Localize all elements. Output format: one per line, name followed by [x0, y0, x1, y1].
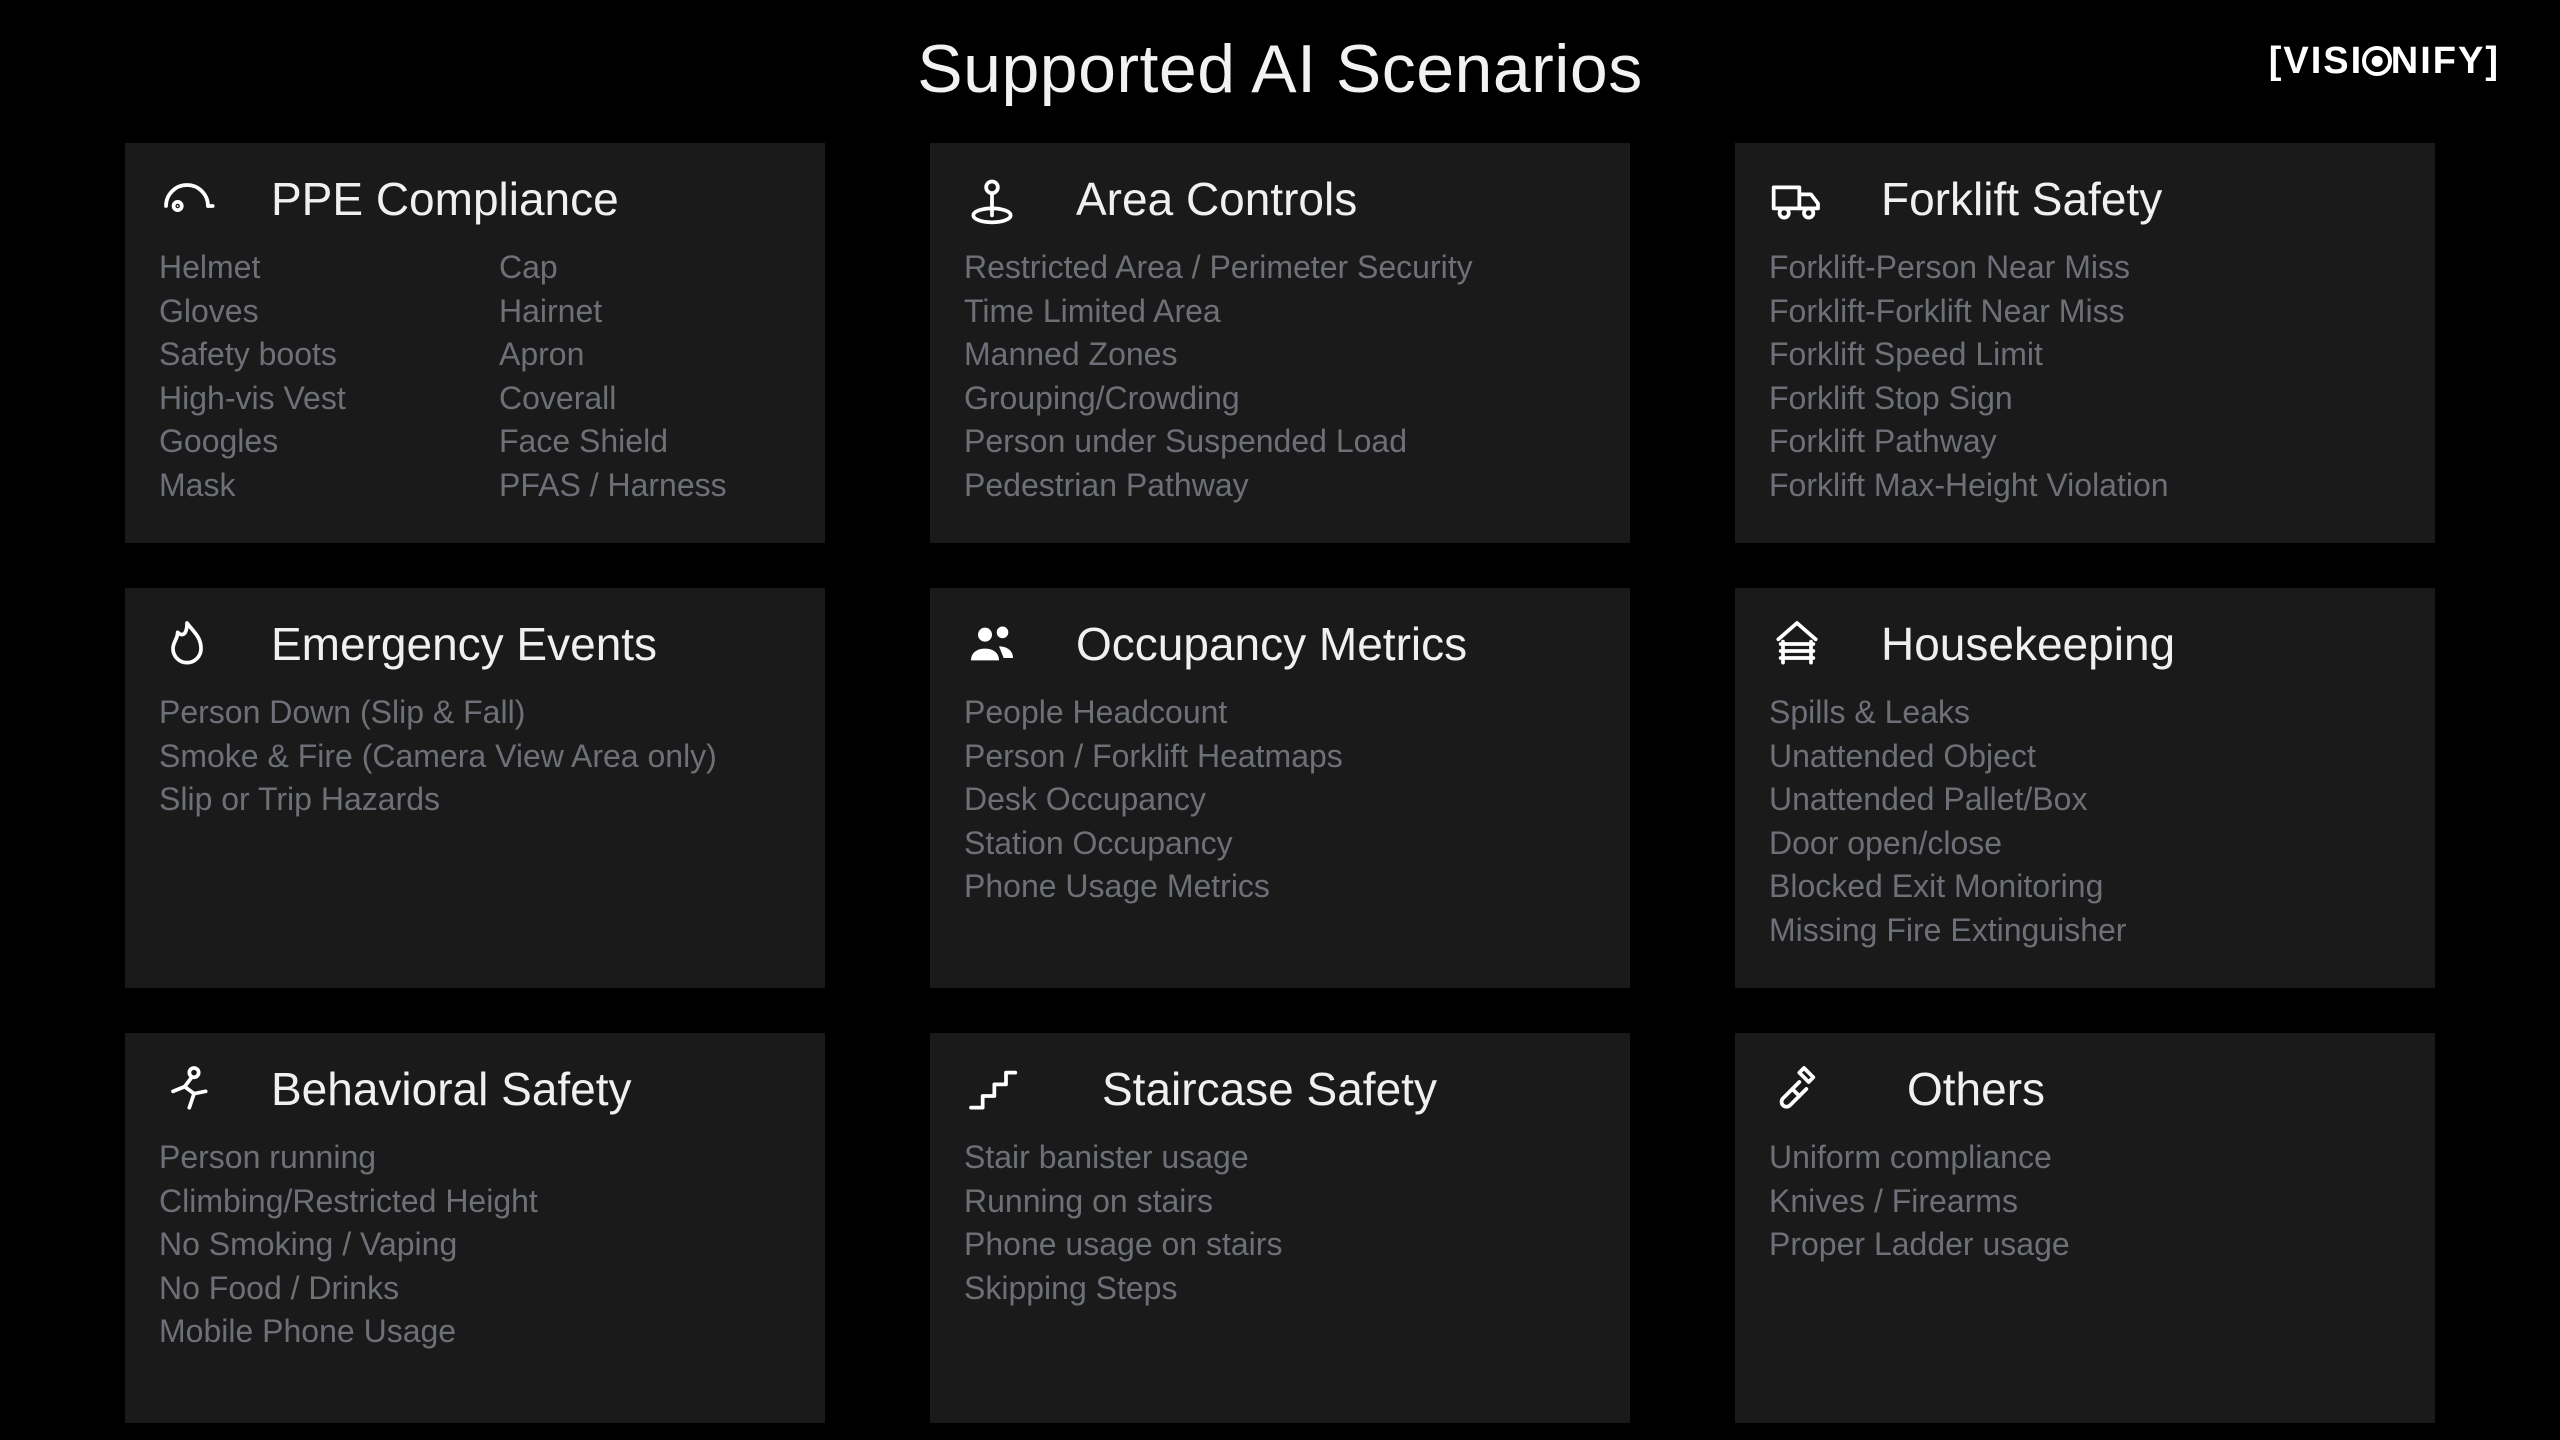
- card-title: Forklift Safety: [1847, 172, 2401, 226]
- list-item: Forklift-Forklift Near Miss: [1769, 291, 2401, 333]
- list-item: Door open/close: [1769, 823, 2401, 865]
- list-item: Skipping Steps: [964, 1268, 1596, 1310]
- list-item: Blocked Exit Monitoring: [1769, 866, 2401, 908]
- card-housekeeping: Housekeeping Spills & Leaks Unattended O…: [1735, 588, 2435, 988]
- list-item: Running on stairs: [964, 1181, 1596, 1223]
- card-forklift-safety: Forklift Safety Forklift-Person Near Mis…: [1735, 143, 2435, 543]
- list-item: Forklift-Person Near Miss: [1769, 247, 2401, 289]
- list-item: Person / Forklift Heatmaps: [964, 736, 1596, 778]
- card-body: Uniform compliance Knives / Firearms Pro…: [1735, 1137, 2435, 1266]
- list-item: Forklift Stop Sign: [1769, 378, 2401, 420]
- house-icon: [1769, 616, 1847, 672]
- list-item: Forklift Speed Limit: [1769, 334, 2401, 376]
- list-item: Apron: [499, 334, 791, 376]
- list-item: Phone usage on stairs: [964, 1224, 1596, 1266]
- list-item: Forklift Pathway: [1769, 421, 2401, 463]
- card-emergency-events: Emergency Events Person Down (Slip & Fal…: [125, 588, 825, 988]
- list-item: Person Down (Slip & Fall): [159, 692, 791, 734]
- card-body: Person Down (Slip & Fall) Smoke & Fire (…: [125, 692, 825, 821]
- cards-grid: PPE Compliance Helmet Gloves Safety boot…: [0, 143, 2560, 1423]
- list-item: Googles: [159, 421, 499, 463]
- card-behavioral-safety: Behavioral Safety Person running Climbin…: [125, 1033, 825, 1423]
- list-item: No Food / Drinks: [159, 1268, 791, 1310]
- card-body: Person running Climbing/Restricted Heigh…: [125, 1137, 825, 1353]
- map-pin-icon: [964, 171, 1042, 227]
- list-item: Grouping/Crowding: [964, 378, 1596, 420]
- card-body: People Headcount Person / Forklift Heatm…: [930, 692, 1630, 908]
- card-area-controls: Area Controls Restricted Area / Perimete…: [930, 143, 1630, 543]
- list-item: Mask: [159, 465, 499, 507]
- card-title: Others: [1847, 1062, 2401, 1116]
- list-item: Restricted Area / Perimeter Security: [964, 247, 1596, 289]
- running-icon: [159, 1061, 237, 1117]
- card-others: Others Uniform compliance Knives / Firea…: [1735, 1033, 2435, 1423]
- list-item: Unattended Object: [1769, 736, 2401, 778]
- list-item: PFAS / Harness: [499, 465, 791, 507]
- page: [VISINIFY] Supported AI Scenarios PPE Co…: [0, 0, 2560, 1440]
- list-item: Smoke & Fire (Camera View Area only): [159, 736, 791, 778]
- card-occupancy-metrics: Occupancy Metrics People Headcount Perso…: [930, 588, 1630, 988]
- list-item: Phone Usage Metrics: [964, 866, 1596, 908]
- list-item: Knives / Firearms: [1769, 1181, 2401, 1223]
- card-title: Behavioral Safety: [237, 1062, 791, 1116]
- card-title: Housekeeping: [1847, 617, 2401, 671]
- card-title: Emergency Events: [237, 617, 791, 671]
- people-icon: [964, 616, 1042, 672]
- list-item: Pedestrian Pathway: [964, 465, 1596, 507]
- tool-icon: [1769, 1061, 1847, 1117]
- card-body: Forklift-Person Near Miss Forklift-Forkl…: [1735, 247, 2435, 507]
- list-item: Hairnet: [499, 291, 791, 333]
- list-item: People Headcount: [964, 692, 1596, 734]
- list-item: Desk Occupancy: [964, 779, 1596, 821]
- list-item: Unattended Pallet/Box: [1769, 779, 2401, 821]
- card-title: Staircase Safety: [1042, 1062, 1596, 1116]
- list-item: Station Occupancy: [964, 823, 1596, 865]
- list-item: Cap: [499, 247, 791, 289]
- list-item: Person under Suspended Load: [964, 421, 1596, 463]
- list-item: Person running: [159, 1137, 791, 1179]
- list-item: Mobile Phone Usage: [159, 1311, 791, 1353]
- card-body: Restricted Area / Perimeter Security Tim…: [930, 247, 1630, 507]
- page-title: Supported AI Scenarios: [0, 30, 2560, 108]
- list-item: Time Limited Area: [964, 291, 1596, 333]
- list-item: High-vis Vest: [159, 378, 499, 420]
- stairs-icon: [964, 1061, 1042, 1117]
- card-body: Helmet Gloves Safety boots High-vis Vest…: [125, 247, 825, 509]
- list-item: Manned Zones: [964, 334, 1596, 376]
- card-body: Spills & Leaks Unattended Object Unatten…: [1735, 692, 2435, 952]
- helmet-icon: [159, 171, 237, 227]
- card-staircase-safety: Staircase Safety Stair banister usage Ru…: [930, 1033, 1630, 1423]
- flame-icon: [159, 616, 237, 672]
- list-item: Uniform compliance: [1769, 1137, 2401, 1179]
- list-item: Coverall: [499, 378, 791, 420]
- card-ppe-compliance: PPE Compliance Helmet Gloves Safety boot…: [125, 143, 825, 543]
- list-item: Forklift Max-Height Violation: [1769, 465, 2401, 507]
- brand-logo: [VISINIFY]: [2269, 40, 2500, 83]
- list-item: Safety boots: [159, 334, 499, 376]
- list-item: Spills & Leaks: [1769, 692, 2401, 734]
- list-item: Missing Fire Extinguisher: [1769, 910, 2401, 952]
- list-item: Face Shield: [499, 421, 791, 463]
- list-item: Gloves: [159, 291, 499, 333]
- truck-icon: [1769, 171, 1847, 227]
- card-title: Occupancy Metrics: [1042, 617, 1596, 671]
- list-item: Helmet: [159, 247, 499, 289]
- list-item: Proper Ladder usage: [1769, 1224, 2401, 1266]
- card-title: Area Controls: [1042, 172, 1596, 226]
- list-item: Stair banister usage: [964, 1137, 1596, 1179]
- list-item: Slip or Trip Hazards: [159, 779, 791, 821]
- card-body: Stair banister usage Running on stairs P…: [930, 1137, 1630, 1309]
- card-title: PPE Compliance: [237, 172, 791, 226]
- list-item: No Smoking / Vaping: [159, 1224, 791, 1266]
- list-item: Climbing/Restricted Height: [159, 1181, 791, 1223]
